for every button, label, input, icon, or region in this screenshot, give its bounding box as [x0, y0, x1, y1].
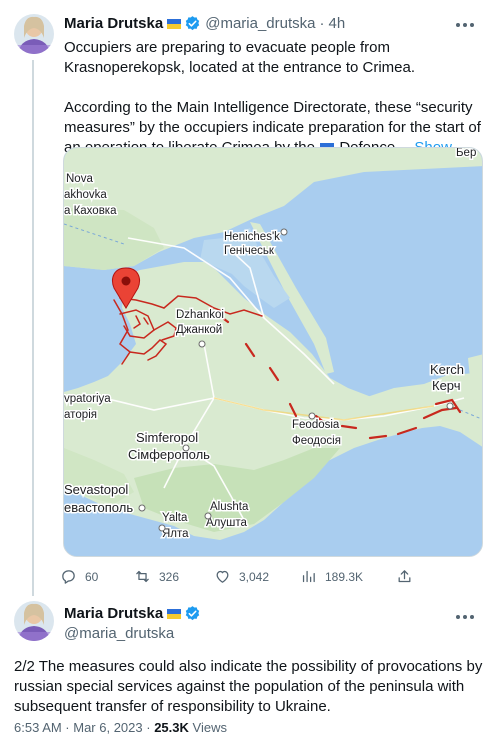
ukraine-flag-icon	[167, 608, 182, 619]
reply-icon	[62, 570, 75, 584]
views-label: Views	[192, 720, 227, 735]
map-label-yalta-en: Yalta	[162, 512, 188, 524]
avatar[interactable]	[14, 601, 54, 641]
views-count: 189.3K	[325, 569, 364, 584]
map-label-simferopol-ua: Сімферополь	[128, 447, 210, 462]
views-chart-icon	[302, 570, 315, 583]
map-label-corner: Бер	[456, 148, 476, 159]
thread-line	[32, 60, 34, 596]
tweet-2-header: Maria Drutska	[64, 605, 201, 622]
verified-badge-icon	[185, 16, 200, 31]
like-button[interactable]: 3,042	[214, 568, 269, 585]
meta-separator: ·	[142, 720, 155, 735]
separator-dot: ·	[319, 15, 325, 32]
map-label-kerch-ua: Керч	[432, 378, 461, 393]
share-button[interactable]	[396, 568, 413, 585]
map-label-dzhankoi-en: Dzhankoi	[176, 309, 224, 321]
map-label-yalta-ua: Ялта	[162, 528, 189, 540]
tweet-2-text: 2/2 The measures could also indicate the…	[14, 658, 483, 715]
tweet-paragraph-1: Occupiers are preparing to evacuate peop…	[64, 39, 416, 76]
share-icon	[398, 570, 411, 583]
tweet-time[interactable]: 4h	[329, 15, 346, 32]
map-label-simferopol-en: Simferopol	[136, 430, 198, 445]
views-button[interactable]: 189.3K	[300, 568, 363, 585]
map-label-feodosia-ua: Феодосія	[292, 435, 341, 447]
author-name[interactable]: Maria Drutska	[64, 15, 163, 32]
map-label-kerch-en: Kerch	[430, 362, 464, 377]
map-label-alushta-ua: Алушта	[206, 517, 247, 529]
retweet-button[interactable]: 326	[134, 568, 179, 585]
map-label-nova: Nova	[66, 173, 93, 185]
map-label-kakhovka-ua: а Каховка	[64, 205, 117, 217]
map-image[interactable]: Nova akhovka а Каховка Бер Heniches'k Ге…	[63, 147, 483, 557]
map-label-henichesk-ua: Генічеськ	[224, 245, 275, 257]
tweet-meta: 6:53 AM · Mar 6, 2023 · 25.3K Views	[14, 720, 227, 735]
map-label-sevastopol-ua: евастополь	[64, 500, 133, 515]
views-total: 25.3K	[154, 720, 189, 735]
retweet-icon	[136, 570, 149, 583]
reply-button[interactable]: 60	[60, 568, 98, 585]
map-label-sevastopol-en: Sevastopol	[64, 482, 128, 497]
avatar[interactable]	[14, 14, 54, 54]
tweet-timestamp[interactable]: 6:53 AM · Mar 6, 2023	[14, 720, 143, 735]
ukraine-flag-icon	[167, 18, 182, 29]
map-label-feodosia-en: Feodosia	[292, 419, 340, 431]
author-handle[interactable]: @maria_drutska	[64, 625, 174, 642]
map-label-yevpatoriya-ua: атopiя	[64, 409, 97, 421]
map-label-yevpatoriya-en: vpatoriya	[64, 393, 111, 405]
crimea-map: Nova akhovka а Каховка Бер Heniches'k Ге…	[64, 148, 482, 556]
tweet-1[interactable]: Maria Drutska @maria_drutska · 4h Occupi…	[0, 0, 497, 598]
author-handle[interactable]: @maria_drutska	[205, 15, 315, 32]
verified-badge-icon	[185, 606, 200, 621]
map-label-alushta-en: Alushta	[210, 501, 249, 513]
action-bar: 60 326 3,042 189.3K	[60, 568, 420, 588]
map-label-kakhovka-en: akhovka	[64, 189, 107, 201]
map-label-dzhankoi-ua: Джанкой	[176, 324, 222, 336]
heart-icon	[216, 570, 229, 583]
more-options-icon[interactable]	[456, 23, 474, 27]
reply-count: 60	[85, 569, 99, 584]
more-options-icon[interactable]	[456, 615, 474, 619]
retweet-count: 326	[159, 569, 180, 584]
map-label-henichesk-en: Heniches'k	[224, 231, 280, 243]
tweet-header: Maria Drutska @maria_drutska · 4h	[64, 15, 345, 32]
like-count: 3,042	[239, 569, 270, 584]
author-name[interactable]: Maria Drutska	[64, 605, 163, 622]
